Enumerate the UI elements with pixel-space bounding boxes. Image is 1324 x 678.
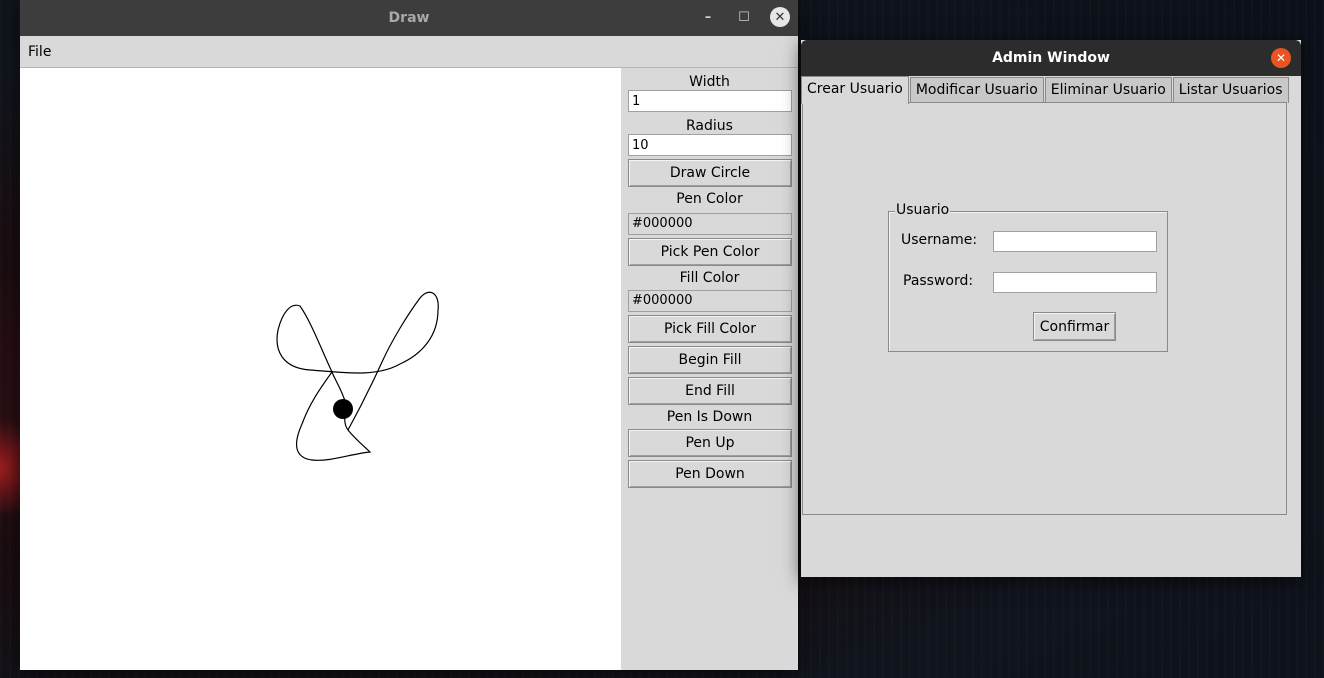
menu-file[interactable]: File	[28, 42, 51, 62]
fieldset-legend: Usuario	[895, 202, 951, 218]
radius-label: Radius	[686, 118, 733, 134]
admin-titlebar[interactable]: Admin Window ✕	[801, 40, 1301, 76]
menu-bar: File	[20, 36, 798, 68]
width-label: Width	[689, 74, 730, 90]
close-icon[interactable]: ✕	[1271, 48, 1291, 68]
pen-down-button[interactable]: Pen Down	[628, 460, 792, 488]
tab-bar: Crear Usuario Modificar Usuario Eliminar…	[801, 76, 1290, 104]
window-controls: – ☐ ✕	[698, 7, 790, 27]
admin-window: Admin Window ✕ Crear Usuario Modificar U…	[801, 40, 1301, 577]
fill-color-value: #000000	[628, 290, 792, 312]
username-label: Username:	[901, 232, 978, 248]
begin-fill-button[interactable]: Begin Fill	[628, 346, 792, 374]
maximize-icon[interactable]: ☐	[734, 7, 754, 27]
width-input[interactable]	[628, 90, 792, 112]
radius-input[interactable]	[628, 134, 792, 156]
tab-crear-usuario[interactable]: Crear Usuario	[801, 76, 909, 104]
pen-color-label: Pen Color	[676, 191, 743, 207]
turtle-circle	[333, 399, 353, 419]
window-title: Draw	[388, 10, 430, 26]
tab-listar-usuarios[interactable]: Listar Usuarios	[1172, 77, 1289, 103]
close-icon[interactable]: ✕	[770, 7, 790, 27]
pick-fill-color-button[interactable]: Pick Fill Color	[628, 315, 792, 343]
fill-color-label: Fill Color	[679, 270, 740, 286]
draw-titlebar[interactable]: Draw – ☐ ✕	[20, 0, 798, 36]
tab-eliminar-usuario[interactable]: Eliminar Usuario	[1044, 77, 1172, 103]
username-input[interactable]	[993, 231, 1157, 252]
drawing-canvas[interactable]	[20, 68, 621, 670]
end-fill-button[interactable]: End Fill	[628, 377, 792, 405]
password-label: Password:	[903, 273, 974, 289]
pen-color-value: #000000	[628, 213, 792, 235]
pen-stroke	[276, 291, 439, 461]
control-panel: Width Radius Draw Circle Pen Color #0000…	[627, 68, 792, 670]
tab-modificar-usuario[interactable]: Modificar Usuario	[909, 77, 1044, 103]
pick-pen-color-button[interactable]: Pick Pen Color	[628, 238, 792, 266]
admin-window-title: Admin Window	[992, 50, 1110, 66]
draw-window: Draw – ☐ ✕ File Width Radius Draw Circle…	[20, 0, 798, 670]
minimize-icon[interactable]: –	[698, 7, 718, 27]
draw-circle-button[interactable]: Draw Circle	[628, 159, 792, 187]
usuario-fieldset: Usuario Username: Password: Confirmar	[888, 202, 1168, 352]
confirmar-button[interactable]: Confirmar	[1033, 312, 1116, 341]
tab-panel-crear-usuario: Usuario Username: Password: Confirmar	[802, 102, 1287, 515]
pen-status-label: Pen Is Down	[666, 409, 753, 425]
turtle-drawing	[276, 291, 439, 461]
pen-up-button[interactable]: Pen Up	[628, 429, 792, 457]
password-input[interactable]	[993, 272, 1157, 293]
